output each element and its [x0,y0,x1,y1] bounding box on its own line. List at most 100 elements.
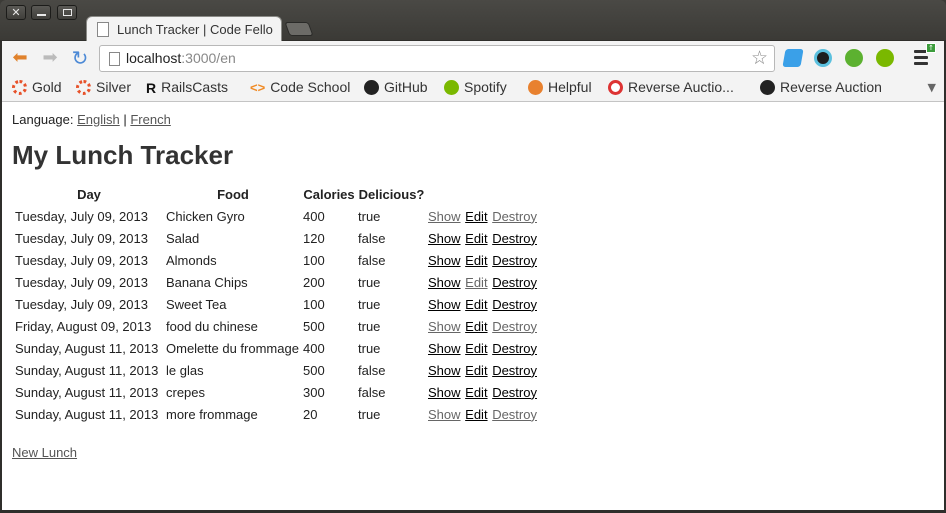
edit-link[interactable]: Edit [465,297,487,312]
bookmark-codeschool[interactable]: <> Code School [250,79,350,95]
url-host: localhost [126,50,182,66]
chevron-down-icon[interactable]: ▼ [928,81,936,94]
bookmarks-bar: Gold Silver R RailsCasts <> Code School Gi… [2,75,944,102]
edit-link[interactable]: Edit [465,407,487,422]
show-link[interactable]: Show [428,385,461,400]
column-header-delicious: Delicious? [358,186,425,202]
forward-button[interactable]: ➡ [40,49,60,67]
column-header-food: Food [217,186,249,202]
cell-day: Sunday, August 11, 2013 [15,362,159,378]
update-badge-icon: ↑ [926,43,936,53]
edit-link[interactable]: Edit [465,385,487,400]
bookmark-reverse-auction-2[interactable]: Reverse Auction [760,79,882,95]
language-switcher: Language: English | French [12,112,171,127]
bookmark-silver[interactable]: Silver [76,79,131,95]
tab-strip: ✕ Lunch Tracker | Code Fello [0,0,946,42]
extension-icon[interactable] [814,49,832,67]
bookmark-label: Reverse Auctio... [628,79,734,95]
url-text[interactable]: localhost:3000/en [126,50,236,66]
page-title: My Lunch Tracker [12,140,234,170]
cell-calories: 500 [303,362,325,378]
browser-window: ✕ Lunch Tracker | Code Fello ⬅ ➡ ↻ local… [0,0,946,513]
window-maximize-button[interactable] [57,5,77,20]
bookmark-spotify[interactable]: Spotify [444,79,507,95]
destroy-link[interactable]: Destroy [492,231,537,246]
destroy-link[interactable]: Destroy [492,319,537,334]
destroy-link[interactable]: Destroy [492,275,537,290]
page-icon [109,52,120,66]
cell-day: Sunday, August 11, 2013 [15,340,159,356]
cell-day: Sunday, August 11, 2013 [15,406,159,422]
show-link[interactable]: Show [428,341,461,356]
bookmark-gold[interactable]: Gold [12,79,62,95]
row-actions: Show Edit Destroy [428,360,538,380]
bookmark-label: Gold [32,79,62,95]
language-separator: | [123,112,127,127]
edit-link[interactable]: Edit [465,363,487,378]
window-close-button[interactable]: ✕ [6,5,26,20]
cell-delicious: true [358,208,381,224]
destroy-link[interactable]: Destroy [492,407,537,422]
spotify-extension-icon[interactable] [876,49,894,67]
silver-icon [76,79,91,95]
table-row: Tuesday, July 09, 2013 Almonds 100 false Sho… [15,250,538,270]
destroy-link[interactable]: Destroy [492,297,537,312]
back-button[interactable]: ⬅ [10,49,30,67]
new-tab-button[interactable] [284,22,314,36]
address-bar[interactable]: localhost:3000/en ☆ [99,45,775,72]
tab-lunch-tracker[interactable]: Lunch Tracker | Code Fello [86,16,282,42]
destroy-link[interactable]: Destroy [492,253,537,268]
bookmark-label: GitHub [384,79,428,95]
bookmark-label: Spotify [464,79,507,95]
cell-calories: 200 [303,274,325,290]
bookmark-folder-helpful[interactable]: Helpful [528,79,592,95]
show-link[interactable]: Show [428,209,461,224]
edit-link[interactable]: Edit [465,275,487,290]
row-actions: Show Edit Destroy [428,228,538,248]
destroy-link[interactable]: Destroy [492,363,537,378]
forward-arrow-icon: ➡ [42,47,58,68]
show-link[interactable]: Show [428,407,461,422]
bookmark-github[interactable]: GitHub [364,79,428,95]
minimize-icon [36,14,46,16]
bookmark-railscasts[interactable]: R RailsCasts [146,79,228,96]
cell-calories: 120 [303,230,325,246]
lunch-table: Day Food Calories Delicious? Tuesday, Ju… [12,184,541,426]
edit-link[interactable]: Edit [465,341,487,356]
destroy-link[interactable]: Destroy [492,341,537,356]
language-french-link[interactable]: French [130,112,170,127]
bookmark-reverse-auction-1[interactable]: Reverse Auctio... [608,79,734,95]
show-link[interactable]: Show [428,275,461,290]
cell-day: Tuesday, July 09, 2013 [15,252,148,268]
destroy-link[interactable]: Destroy [492,209,537,224]
show-link[interactable]: Show [428,231,461,246]
cell-calories: 100 [303,252,325,268]
row-actions: Show Edit Destroy [428,338,538,358]
folder-icon [528,79,543,95]
edit-link[interactable]: Edit [465,231,487,246]
extension-icon[interactable] [782,49,804,67]
table-row: Friday, August 09, 2013 food du chinese 50… [15,316,538,336]
edit-link[interactable]: Edit [465,253,487,268]
show-link[interactable]: Show [428,253,461,268]
show-link[interactable]: Show [428,363,461,378]
extension-icon[interactable] [845,49,863,67]
row-actions: Show Edit Destroy [428,316,538,336]
chrome-menu-button[interactable]: ↑ [914,43,936,68]
cell-delicious: true [358,274,381,290]
show-link[interactable]: Show [428,297,461,312]
bookmark-star-icon[interactable]: ☆ [751,47,768,69]
cell-delicious: true [358,296,381,312]
destroy-link[interactable]: Destroy [492,385,537,400]
edit-link[interactable]: Edit [465,209,487,224]
window-minimize-button[interactable] [31,5,51,20]
reload-button[interactable]: ↻ [70,48,90,68]
language-english-link[interactable]: English [77,112,120,127]
edit-link[interactable]: Edit [465,319,487,334]
show-link[interactable]: Show [428,319,461,334]
row-actions: Show Edit Destroy [428,250,538,270]
cell-day: Friday, August 09, 2013 [15,318,152,334]
cell-food: food du chinese [166,318,258,334]
new-lunch-link[interactable]: New Lunch [12,445,77,460]
table-header-row: Day Food Calories Delicious? [15,186,538,204]
